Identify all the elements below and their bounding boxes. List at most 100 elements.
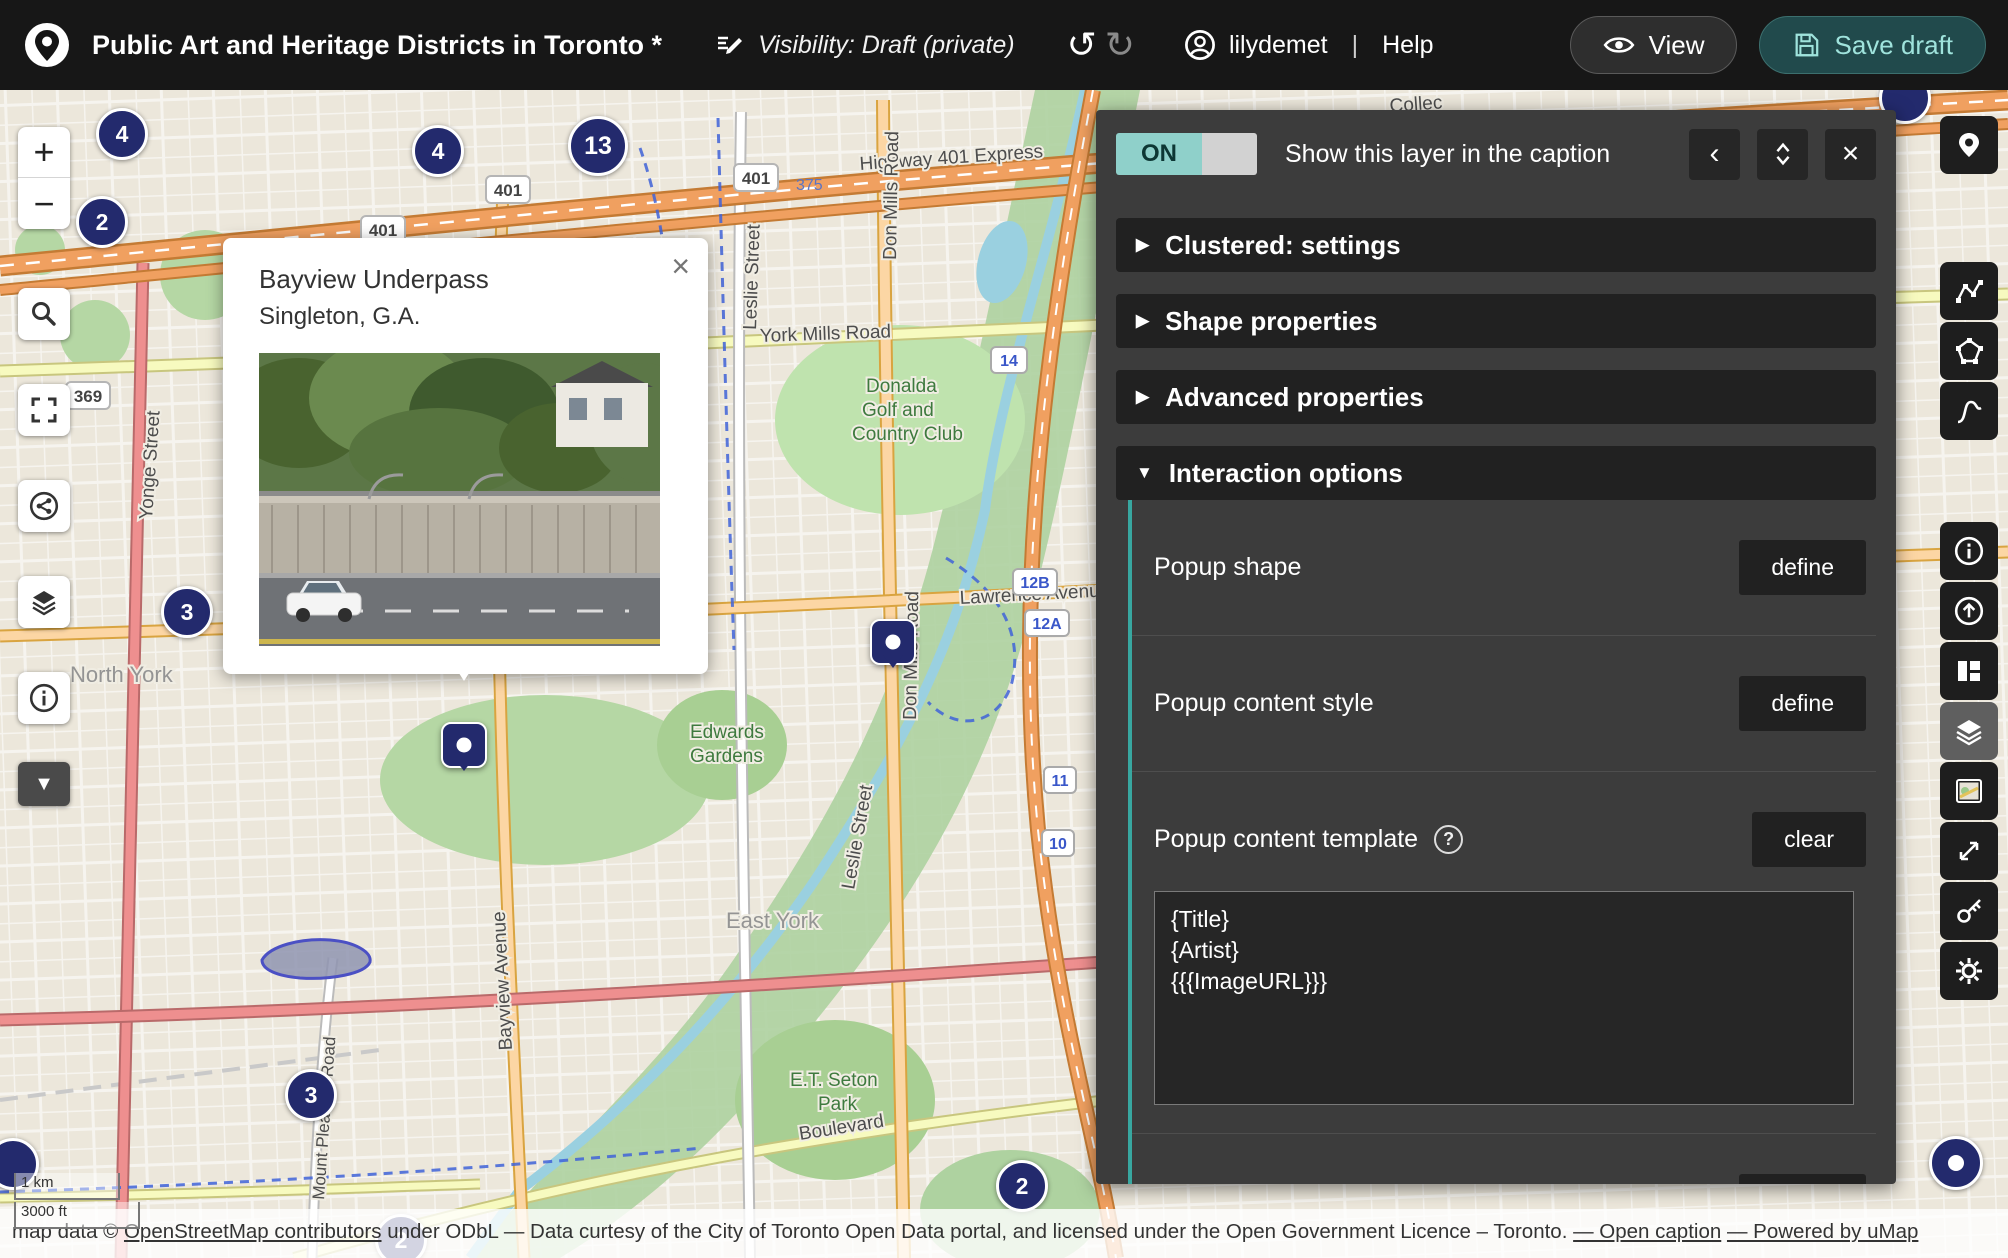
eye-icon [1603,32,1635,58]
draw-polyline-button[interactable] [1940,262,1998,320]
map-label: Park [818,1094,858,1115]
layout-button[interactable] [1940,642,1998,700]
search-icon [29,299,59,329]
map-label: 375 [796,177,823,194]
settings-button[interactable] [1940,942,1998,1000]
popup-close-button[interactable]: × [671,250,690,282]
change-tilelayer-button[interactable] [1940,762,1998,820]
search-button[interactable] [18,288,70,340]
popup-shape-define-button[interactable]: define [1739,540,1866,595]
permissions-button[interactable] [1940,882,1998,940]
scale-control: 1 km 3000 ft [14,1173,140,1229]
caption-info-button[interactable] [1940,522,1998,580]
visibility-button[interactable]: Visibility: Draft (private) [714,30,1015,60]
share-button[interactable] [18,480,70,532]
import-data-button[interactable] [1940,582,1998,640]
umap-logo[interactable] [22,20,72,70]
map-label: Country Club [852,424,963,445]
fullscreen-button[interactable] [18,384,70,436]
map-marker[interactable] [870,619,916,665]
section-advanced-properties[interactable]: ▶ Advanced properties [1116,370,1876,424]
marker-cluster[interactable]: 2 [76,196,128,248]
marker-cluster[interactable]: 13 [568,116,628,176]
visibility-label: Visibility: Draft (private) [758,31,1015,60]
scale-km: 1 km [14,1173,120,1200]
section-clustered-settings[interactable]: ▶ Clustered: settings [1116,218,1876,272]
display-label-define-button[interactable]: define [1739,1174,1866,1184]
upload-icon [1953,595,1985,627]
panel-back-button[interactable]: ‹ [1689,129,1740,180]
section-label: Clustered: settings [1165,230,1401,261]
polyline-icon [1954,276,1984,306]
toggle-on-label: ON [1116,133,1202,175]
show-in-caption-toggle[interactable]: ON [1116,133,1257,175]
edit-layers-button[interactable] [1940,702,1998,760]
caption-toggle-label: Show this layer in the caption [1285,140,1672,169]
exit-badge: 11 [1052,773,1069,790]
layout-icon [1954,656,1984,686]
chevron-down-icon: ▼ [1136,463,1153,483]
popup-template-clear-button[interactable]: clear [1752,812,1866,867]
marker-cluster[interactable]: 3 [285,1069,337,1121]
marker-cluster[interactable]: 2 [996,1160,1048,1212]
draw-polygon-button[interactable] [1940,322,1998,380]
panel-close-button[interactable]: × [1825,129,1876,180]
route-shield: 369 [74,387,102,406]
marker-cluster[interactable]: 4 [412,125,464,177]
interaction-options-content: Popup shape define Popup content style d… [1128,500,1876,1184]
zoom-in-button[interactable]: + [18,127,70,178]
layers-button[interactable] [18,576,70,628]
about-button[interactable] [18,672,70,724]
route-shield: 401 [494,181,522,200]
popup-content-style-define-button[interactable]: define [1739,676,1866,731]
map-label: Gardens [690,746,763,767]
map-marker-single[interactable] [1929,1136,1983,1190]
section-shape-properties[interactable]: ▶ Shape properties [1116,294,1876,348]
chevron-right-icon: ▶ [1136,235,1149,255]
info-icon [28,682,60,714]
panel-header: ON Show this layer in the caption ‹ × [1116,126,1876,182]
collapse-controls-button[interactable]: ▼ [18,762,70,806]
user-icon [1183,28,1217,62]
curve-icon [1954,396,1984,426]
map-title[interactable]: Public Art and Heritage Districts in Tor… [92,30,662,61]
draw-line-button[interactable] [1940,382,1998,440]
panel-expand-button[interactable] [1757,129,1808,180]
zoom-out-button[interactable]: − [18,178,70,229]
popup-content-style-row: Popup content style define [1132,636,1876,772]
draw-marker-button[interactable] [1940,116,1998,174]
popup-content-template-row: Popup content template ? clear [1132,772,1876,891]
map-marker[interactable] [441,722,487,768]
save-label: Save draft [1834,30,1953,61]
marker-cluster[interactable]: 4 [96,108,148,160]
chevron-right-icon: ▶ [1136,311,1149,331]
save-draft-button[interactable]: Save draft [1759,16,1986,74]
username: lilydemet [1229,31,1328,60]
share-icon [28,490,60,522]
section-label: Interaction options [1169,458,1403,489]
help-icon[interactable]: ? [1434,825,1463,854]
edit-extent-button[interactable] [1940,822,1998,880]
user-menu[interactable]: lilydemet [1183,28,1328,62]
popup-shape-row: Popup shape define [1132,500,1876,636]
attribution-bar: map data © OpenStreetMap contributors un… [0,1209,2008,1258]
zoom-control: + − [18,127,70,229]
view-button[interactable]: View [1570,16,1738,74]
osm-contributors-link[interactable]: OpenStreetMap contributors [124,1220,382,1243]
popup-content-template-label: Popup content template [1154,825,1418,854]
popup-template-textarea[interactable]: {Title} {Artist} {{{ImageURL}}} [1154,891,1854,1105]
map-label: North York [70,662,174,687]
marker-icon [1954,130,1984,160]
display-label-row: Display label define [1132,1133,1876,1184]
undo-button[interactable]: ↺ [1067,24,1097,66]
redo-button[interactable]: ↻ [1105,24,1135,66]
gear-icon [1954,956,1984,986]
open-caption-link[interactable]: — Open caption [1573,1220,1721,1243]
help-link[interactable]: Help [1382,31,1433,60]
powered-by-umap-link[interactable]: — Powered by uMap [1727,1220,1918,1243]
underpass-photo [259,353,660,646]
section-interaction-options[interactable]: ▼ Interaction options [1116,446,1876,500]
map-label: Leslie Street [740,223,765,330]
exit-badge: 14 [1000,353,1018,370]
marker-cluster[interactable]: 3 [161,586,213,638]
